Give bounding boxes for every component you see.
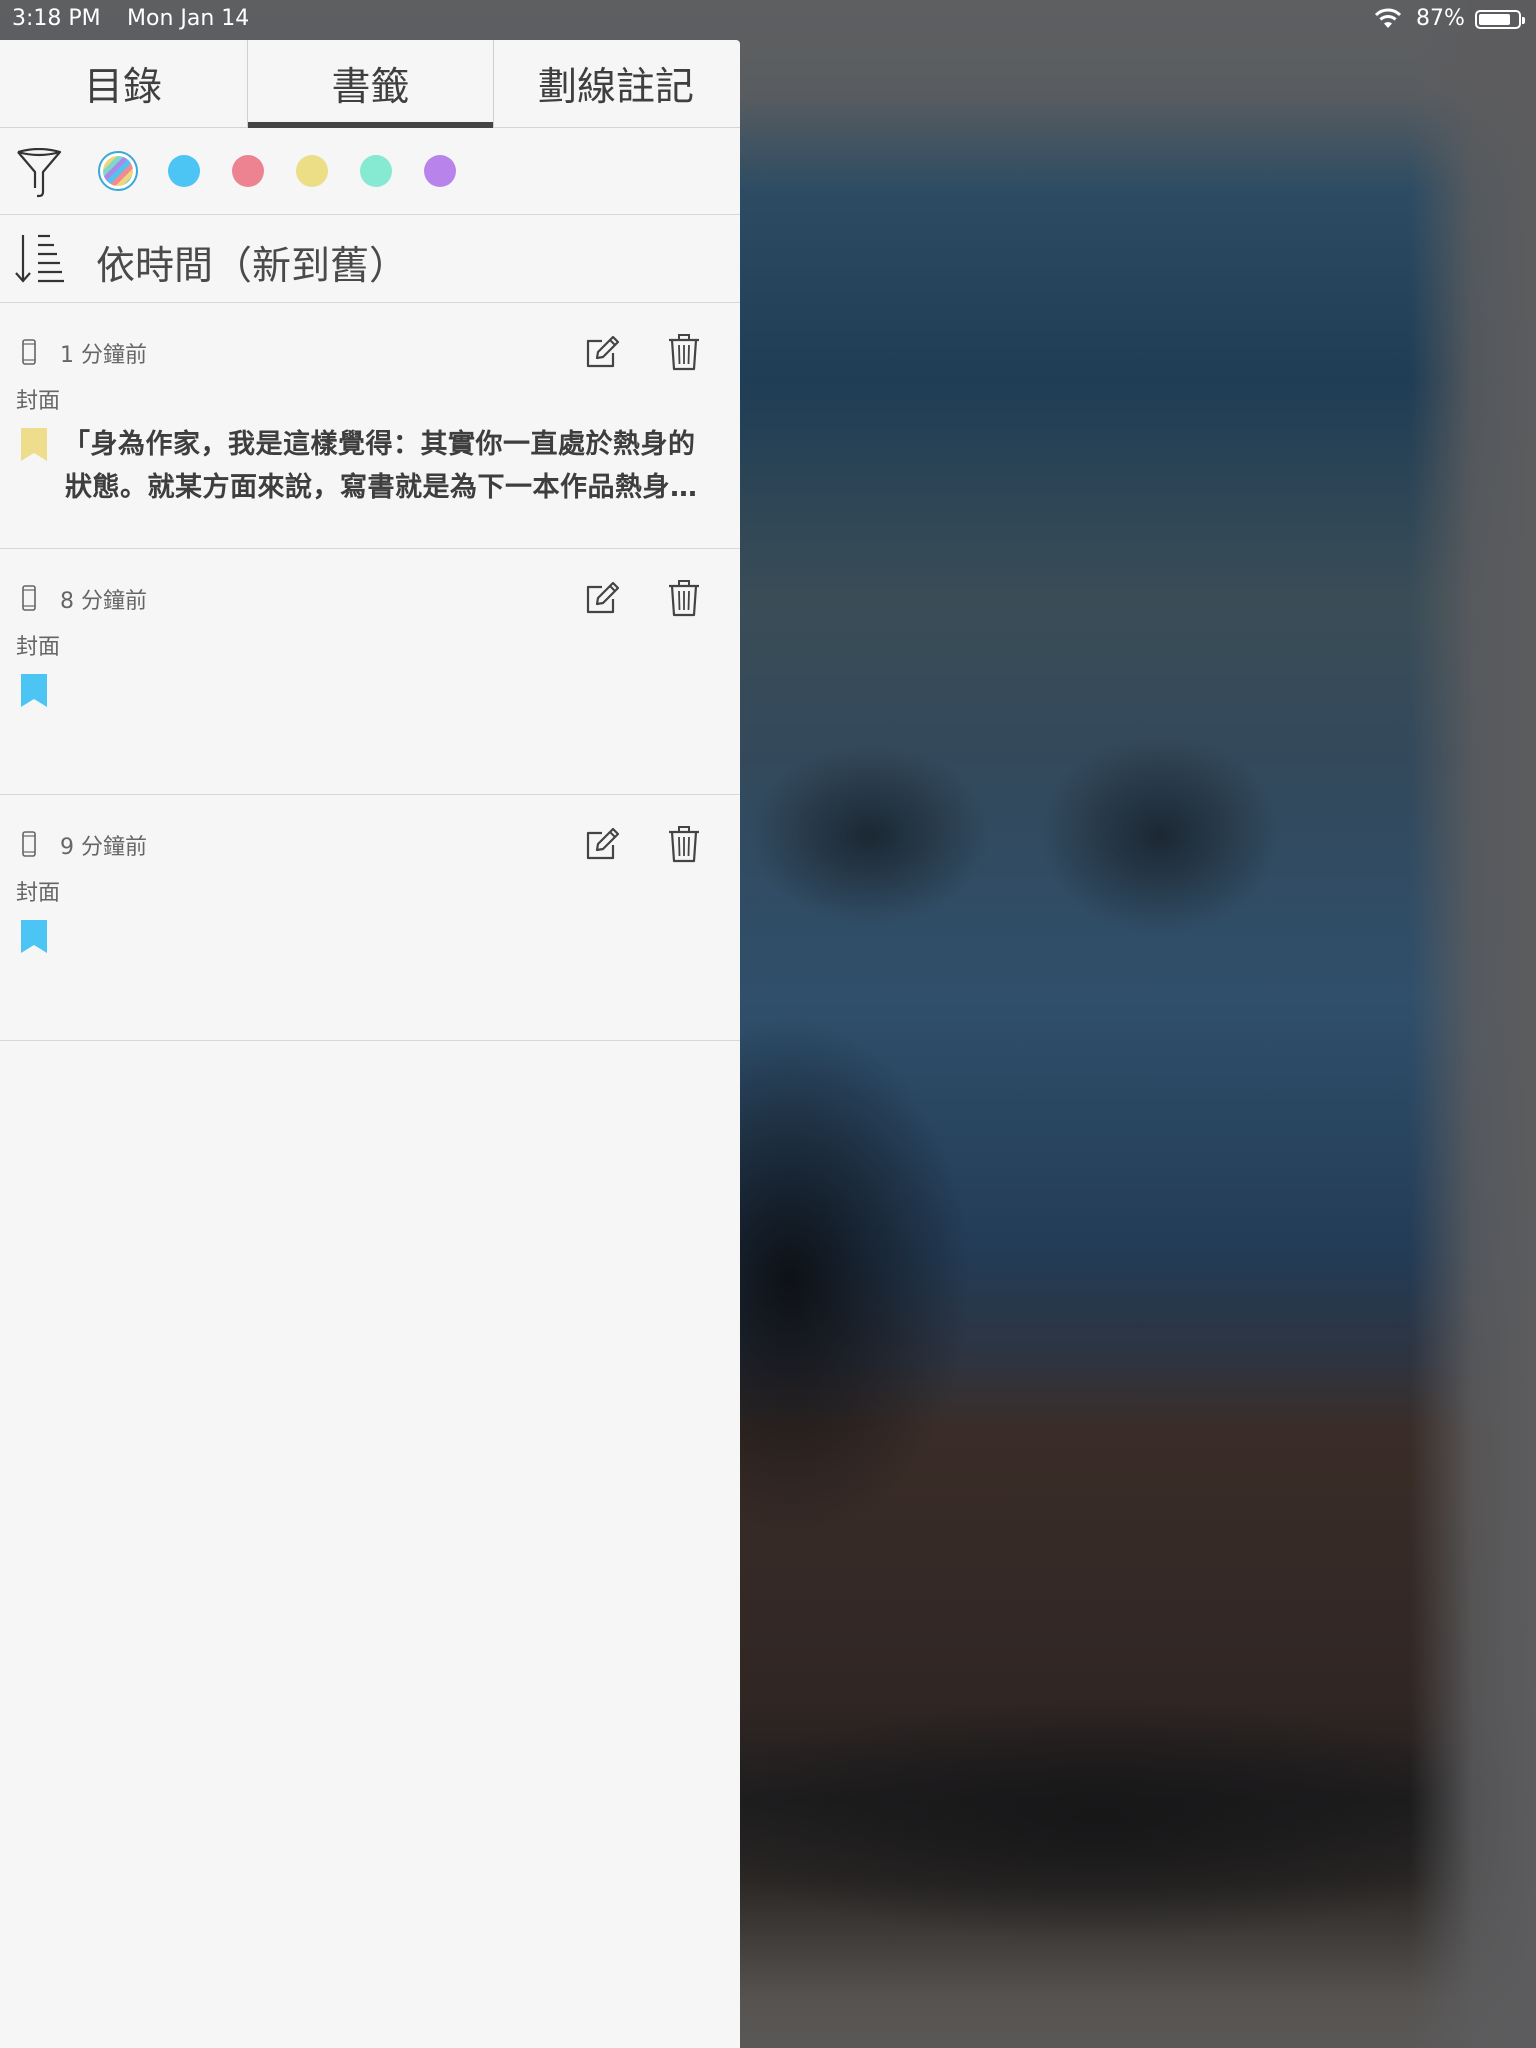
phone-icon <box>22 585 36 611</box>
filter-color-yellow[interactable] <box>296 155 328 187</box>
status-time: 3:18 PM <box>12 6 101 31</box>
tab-label: 書籤 <box>331 64 410 110</box>
filter-color-teal[interactable] <box>360 155 392 187</box>
bookmark-ribbon-icon <box>21 428 47 461</box>
phone-icon <box>22 831 36 857</box>
bookmark-item[interactable]: 8 分鐘前 封面 <box>0 549 740 795</box>
funnel-icon[interactable] <box>16 148 62 198</box>
filter-color-red[interactable] <box>232 155 264 187</box>
trash-icon[interactable] <box>668 333 700 371</box>
tab-label: 目錄 <box>83 64 162 110</box>
bookmark-item[interactable]: 9 分鐘前 封面 <box>0 795 740 1041</box>
trash-icon[interactable] <box>668 825 700 863</box>
phone-icon <box>22 339 36 365</box>
bookmark-time: 9 分鐘前 <box>60 835 147 860</box>
edit-icon[interactable] <box>585 825 621 861</box>
trash-icon[interactable] <box>668 579 700 617</box>
tab-contents[interactable]: 目錄 <box>0 40 246 127</box>
bookmark-location: 封面 <box>16 389 61 414</box>
bookmark-ribbon-icon <box>21 920 47 953</box>
tab-highlights-notes[interactable]: 劃線註記 <box>493 40 739 127</box>
wifi-icon <box>1374 8 1402 28</box>
tab-bar: 目錄 書籤 劃線註記 <box>0 40 740 128</box>
sort-label: 依時間（新到舊） <box>96 244 409 289</box>
sort-button[interactable]: 依時間（新到舊） <box>0 215 740 303</box>
sort-descending-icon <box>15 234 64 283</box>
status-bar: 3:18 PM Mon Jan 14 87% <box>0 0 1536 40</box>
tab-label: 劃線註記 <box>537 64 694 110</box>
status-date: Mon Jan 14 <box>127 6 250 31</box>
battery-fill <box>1479 14 1511 25</box>
bookmark-time: 8 分鐘前 <box>60 589 147 614</box>
quote-line: 狀態。就某方面來說，寫書就是為下一本作品熱身… <box>65 472 698 503</box>
filter-all-colors[interactable] <box>98 151 138 191</box>
bookmark-location: 封面 <box>16 635 61 660</box>
battery-icon <box>1475 10 1525 29</box>
edit-icon[interactable] <box>585 579 621 615</box>
color-filter-bar <box>0 128 740 215</box>
bookmark-time: 1 分鐘前 <box>60 343 147 368</box>
bookmark-quote: 「身為作家，我是這樣覺得：其實你一直處於熱身的 狀態。就某方面來說，寫書就是為下… <box>63 423 731 509</box>
filter-color-blue[interactable] <box>168 155 200 187</box>
rainbow-swatch <box>103 156 133 186</box>
bookmark-location: 封面 <box>16 881 61 906</box>
page-edge-shadow <box>1410 0 1536 2048</box>
edit-icon[interactable] <box>585 333 621 369</box>
quote-line: 「身為作家，我是這樣覺得：其實你一直處於熱身的 <box>63 429 696 460</box>
battery-percent: 87% <box>1416 6 1465 31</box>
tab-bookmarks[interactable]: 書籤 <box>247 40 494 128</box>
bookmark-panel: 目錄 書籤 劃線註記 依時間（新到舊） 1 分鐘前 封面 「身為作家，我是這樣覺… <box>0 40 740 2048</box>
filter-color-purple[interactable] <box>424 155 456 187</box>
bookmark-item[interactable]: 1 分鐘前 封面 「身為作家，我是這樣覺得：其實你一直處於熱身的 狀態。就某方面… <box>0 303 740 549</box>
bookmark-ribbon-icon <box>21 674 47 707</box>
